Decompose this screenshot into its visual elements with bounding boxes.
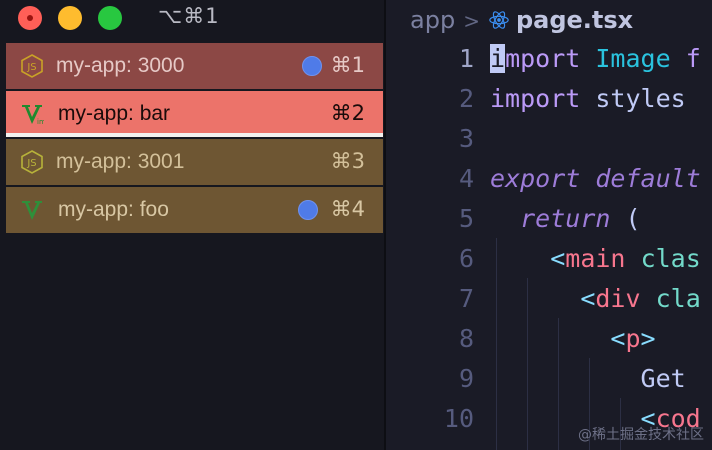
line-number: 4: [458, 164, 474, 193]
code-line[interactable]: 3: [386, 119, 712, 159]
code-token: cla: [655, 284, 701, 313]
zoom-window-button[interactable]: [98, 6, 122, 30]
text-cursor: i: [490, 44, 506, 73]
tab-shortcut: ⌘3: [330, 149, 365, 173]
tab-my-app-3000[interactable]: JS my-app: 3000 ⌘1: [6, 43, 383, 89]
activity-indicator: [298, 200, 318, 220]
code-text: export default: [490, 159, 701, 199]
code-text: return (: [490, 199, 641, 239]
code-line[interactable]: 9 Get: [386, 359, 712, 399]
nodejs-icon: JS: [21, 54, 43, 78]
code-text: <div cla: [490, 279, 701, 319]
line-number: 7: [458, 284, 474, 313]
breadcrumb: app > page.tsx: [410, 4, 633, 36]
breadcrumb-file[interactable]: page.tsx: [516, 6, 633, 34]
code-token: f: [685, 44, 701, 73]
tab-label: my-app: foo: [58, 198, 169, 221]
vim-icon: im: [22, 105, 44, 126]
code-token: >: [640, 324, 656, 353]
code-token: <: [580, 284, 596, 313]
breadcrumb-folder[interactable]: app: [410, 6, 455, 34]
line-number: 5: [458, 204, 474, 233]
tab-label: my-app: 3000: [56, 54, 185, 77]
minimize-window-button[interactable]: [58, 6, 82, 30]
line-number: 10: [443, 404, 474, 433]
code-line[interactable]: 2 import styles: [386, 79, 712, 119]
line-number: 6: [458, 244, 474, 273]
code-token: return: [520, 204, 611, 233]
code-line[interactable]: 6 <main clas: [386, 239, 712, 279]
react-icon: [489, 11, 509, 29]
tab-label: my-app: 3001: [56, 150, 185, 173]
close-window-button[interactable]: [18, 6, 42, 30]
code-token: styles: [595, 84, 686, 113]
tab-my-app-foo[interactable]: my-app: foo ⌘4: [6, 187, 383, 233]
nodejs-icon: JS: [21, 150, 43, 174]
window-titlebar: ⌥⌘1: [0, 0, 384, 38]
tab-my-app-3001[interactable]: JS my-app: 3001 ⌘3: [6, 139, 383, 185]
tab-label: my-app: bar: [58, 102, 171, 125]
active-tab-indicator: [6, 133, 383, 137]
code-token: clas: [640, 244, 701, 273]
code-line[interactable]: 5 return (: [386, 199, 712, 239]
svg-text:JS: JS: [26, 158, 36, 169]
code-token: main: [565, 244, 626, 273]
svg-text:im: im: [37, 118, 44, 126]
code-token: (: [610, 204, 641, 233]
code-line[interactable]: 1 import Image f: [386, 39, 712, 79]
tab-shortcut: ⌘4: [330, 197, 365, 221]
code-token: p: [625, 324, 641, 353]
code-text: import Image f: [490, 39, 701, 79]
code-line[interactable]: 4 export default: [386, 159, 712, 199]
code-token: div: [595, 284, 641, 313]
tab-panel: ⌥⌘1 JS my-app: 3000 ⌘1 im my-app: bar ⌘2…: [0, 0, 384, 450]
code-token: <: [550, 244, 566, 273]
code-token: export default: [490, 164, 701, 193]
line-number: 1: [458, 44, 474, 73]
watermark: @稀土掘金技术社区: [578, 427, 704, 443]
code-text: import styles: [490, 79, 686, 119]
svg-text:JS: JS: [26, 62, 36, 73]
tab-shortcut: ⌘1: [330, 53, 365, 77]
window-shortcut: ⌥⌘1: [158, 4, 220, 28]
activity-indicator: [302, 56, 322, 76]
code-token: Image: [595, 44, 686, 73]
code-text: <main clas: [490, 239, 701, 279]
code-text: Get: [490, 359, 686, 399]
code-token: import: [490, 84, 596, 113]
code-token: mport: [505, 44, 596, 73]
line-number: 8: [458, 324, 474, 353]
code-line[interactable]: 7 <div cla: [386, 279, 712, 319]
chevron-right-icon: >: [463, 9, 480, 33]
vim-icon: [22, 201, 42, 220]
code-token: <: [610, 324, 626, 353]
tab-my-app-bar[interactable]: im my-app: bar ⌘2: [6, 91, 383, 137]
code-editor[interactable]: app > page.tsx 1 import Image f 2 import sty…: [386, 0, 712, 450]
line-number: 9: [458, 364, 474, 393]
tab-shortcut: ⌘2: [330, 101, 365, 125]
line-number: 2: [458, 84, 474, 113]
code-line[interactable]: 8 <p>: [386, 319, 712, 359]
code-text: <p>: [490, 319, 656, 359]
line-number: 3: [458, 124, 474, 153]
code-token: Get: [490, 364, 686, 393]
